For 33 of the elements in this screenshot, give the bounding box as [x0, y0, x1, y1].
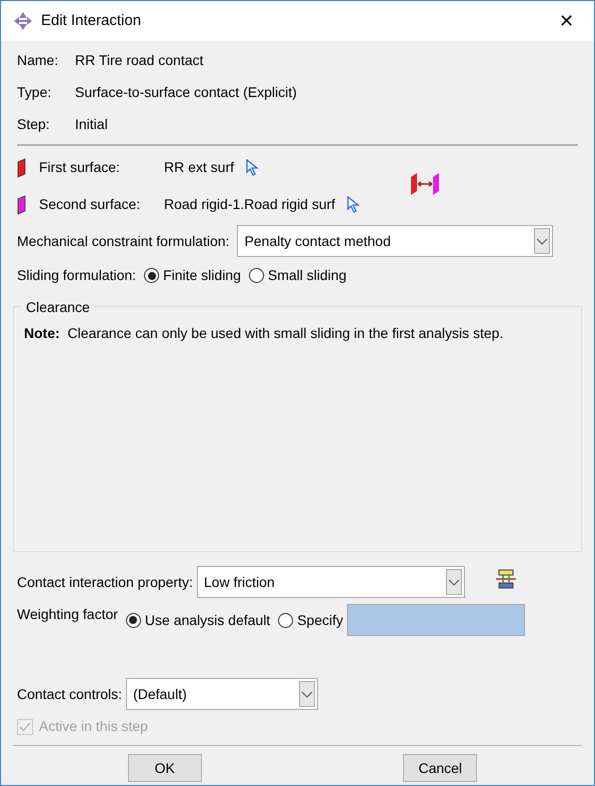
field-value: RR Tire road contact: [75, 51, 204, 70]
field-label: Second surface:: [39, 195, 142, 214]
clearance-note: Note: Clearance can only be used with small sliding in the first analysis step.: [24, 324, 504, 343]
field-label: Weighting factor: [17, 605, 118, 624]
dialog-button[interactable]: Cancel: [403, 754, 478, 782]
radio-option[interactable]: Use analysis default: [126, 610, 270, 630]
controls-dropdown[interactable]: (Default): [126, 678, 318, 710]
radio-option[interactable]: Specify: [278, 610, 344, 630]
property-manager-icon[interactable]: [494, 568, 517, 590]
select-cursor-icon[interactable]: [347, 196, 362, 214]
field-value: Initial: [75, 115, 108, 134]
field-label: Contact interaction property:: [17, 572, 193, 592]
checkbox-label: Active in this step: [39, 717, 148, 736]
field-value: Road rigid-1.Road rigid surf: [164, 195, 336, 214]
contact-pair-icon: [409, 172, 442, 196]
field-label: Contact controls:: [17, 684, 122, 704]
field-label: Step:: [17, 115, 51, 134]
field-label: First surface:: [39, 158, 121, 177]
property-dropdown[interactable]: Low friction: [196, 566, 465, 598]
field-label: Mechanical constraint formulation:: [17, 232, 230, 250]
radio-option[interactable]: Small sliding: [248, 265, 346, 286]
field-label: Sliding formulation:: [17, 266, 136, 285]
field-label: Type:: [17, 83, 52, 102]
formulation-dropdown[interactable]: Penalty contact method: [237, 225, 554, 257]
field-value: Surface-to-surface contact (Explicit): [75, 83, 297, 102]
close-button[interactable]: ✕: [551, 8, 582, 34]
radio-option[interactable]: Finite sliding: [144, 265, 241, 286]
select-cursor-icon[interactable]: [246, 158, 260, 176]
app-icon: [13, 11, 33, 31]
dialog-button[interactable]: OK: [128, 754, 202, 782]
field-value: RR ext surf: [164, 158, 234, 177]
window-title: Edit Interaction: [41, 10, 142, 31]
field-label: Name:: [17, 51, 60, 70]
